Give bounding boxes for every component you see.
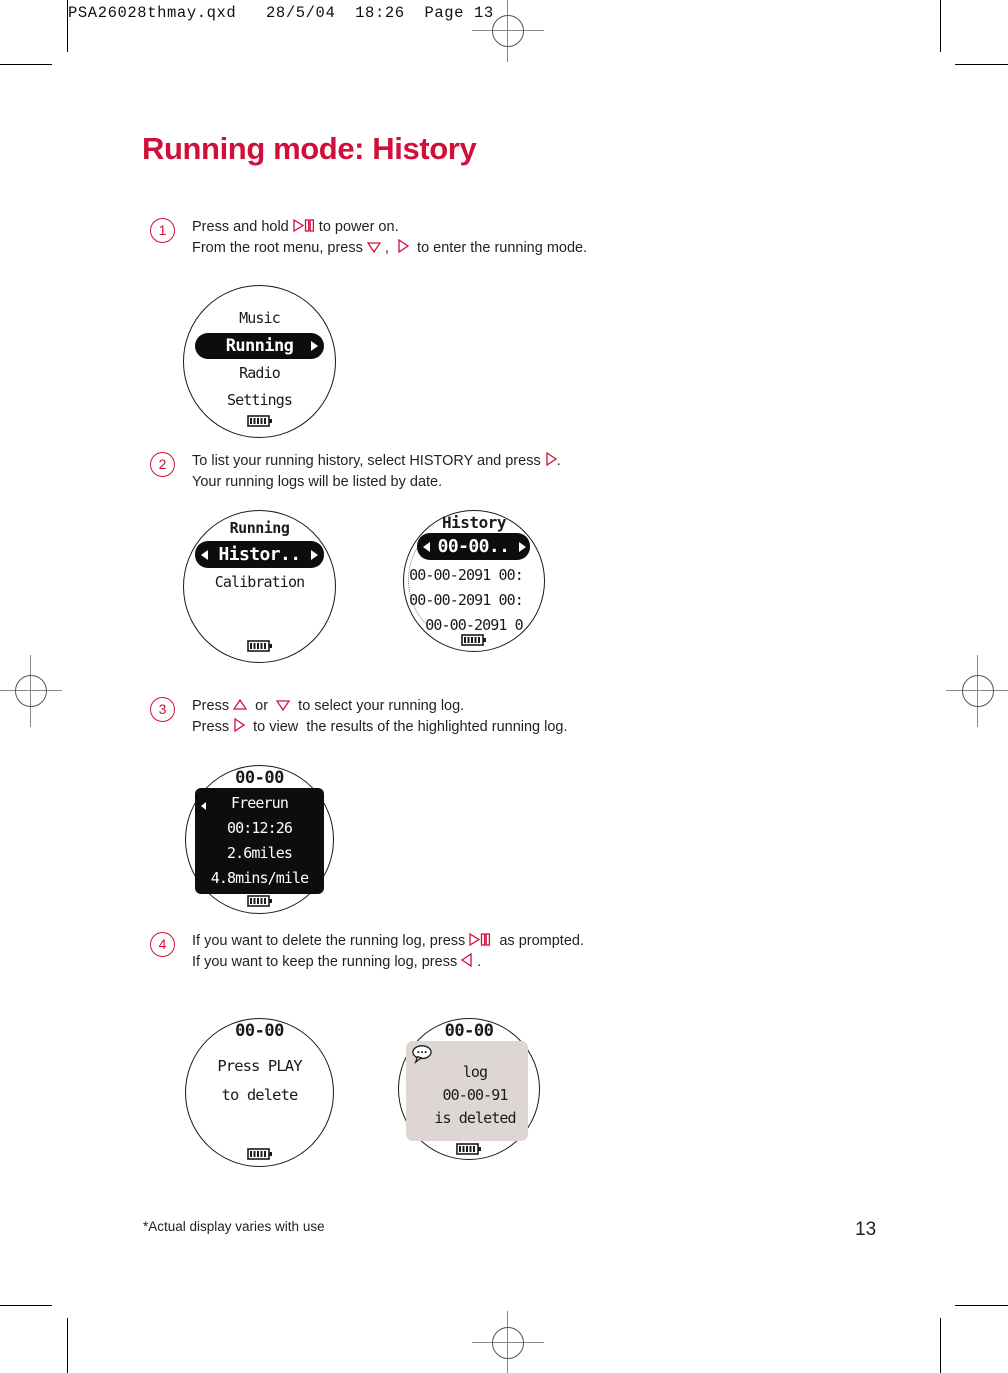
- deleted-confirm-row-1: 00-00-91: [442, 1086, 508, 1104]
- deleted-confirm-row-2: is deleted: [434, 1109, 516, 1127]
- history-list-item-1[interactable]: 00-00-2091 00:: [396, 591, 536, 609]
- crop-mark-bottom-left-v: [67, 1318, 68, 1373]
- step-3-line-1: Press or to select your running log.: [192, 698, 465, 714]
- play-pause-icon: [469, 933, 491, 946]
- step-1-line-2: From the root menu, press , to enter the…: [192, 238, 588, 256]
- registration-mark-bottom: [472, 1311, 544, 1373]
- right-triangle-icon: [397, 238, 409, 253]
- step-2-number: 2: [150, 452, 175, 477]
- right-arrow-icon: [311, 549, 318, 560]
- history-list-item-0[interactable]: 00-00-2091 00:: [396, 566, 536, 584]
- running-menu-item-1[interactable]: Calibration: [184, 573, 335, 591]
- history-list-header: History: [442, 513, 506, 532]
- step-2-line-1: To list your running history, select HIS…: [192, 452, 561, 469]
- log-results-row-3: 4.8mins/mile: [210, 869, 309, 887]
- step-3-line-2: Press to view the results of the highlig…: [192, 717, 568, 735]
- right-triangle-icon: [233, 717, 246, 732]
- root-menu-selected-label: Running: [225, 336, 294, 356]
- step-2-line-2: Your running logs will be listed by date…: [192, 473, 443, 490]
- history-list-item-2[interactable]: 00-00-2091 0: [404, 616, 544, 634]
- delete-prompt-row-0: Press PLAY: [217, 1057, 302, 1075]
- history-list-selected[interactable]: 00-00..: [417, 533, 530, 560]
- root-menu-selected[interactable]: Running: [195, 333, 324, 359]
- speech-bubble-icon: [412, 1045, 432, 1064]
- right-arrow-icon: [519, 541, 526, 552]
- log-results-row-1: 00:12:26: [226, 819, 293, 837]
- running-menu-header: Running: [229, 519, 290, 537]
- manual-page: PSA26028thmay.qxd 28/5/04 18:26 Page 13 …: [0, 0, 1008, 1373]
- battery-icon: [246, 895, 272, 907]
- root-menu-screen: Music Running Radio Settings: [183, 285, 336, 438]
- battery-icon: [246, 640, 272, 652]
- root-menu-item-3[interactable]: Settings: [184, 391, 335, 409]
- page-title: Running mode: History: [142, 131, 477, 166]
- history-list-selected-label: 00-00..: [437, 536, 510, 557]
- print-header-text: PSA26028thmay.qxd 28/5/04 18:26 Page 13: [68, 4, 494, 22]
- step-4-text: If you want to delete the running log, p…: [192, 931, 584, 972]
- down-triangle-icon: [366, 241, 381, 253]
- step-2-text: To list your running history, select HIS…: [192, 451, 561, 492]
- step-1-number: 1: [150, 218, 175, 243]
- battery-icon: [246, 1148, 272, 1160]
- battery-icon: [246, 415, 272, 427]
- crop-mark-top-left-h: [0, 64, 52, 65]
- delete-prompt-header: 00-00: [235, 1021, 284, 1041]
- log-results-row-2: 2.6miles: [226, 844, 293, 862]
- delete-prompt-row-1: to delete: [221, 1086, 299, 1104]
- deleted-confirm-row-0: log: [462, 1063, 488, 1081]
- history-list-screen: History 00-00.. 00-00-2091 00: 00-00-209…: [403, 510, 545, 652]
- right-arrow-icon: [311, 341, 318, 351]
- deleted-confirm-panel: log 00-00-91 is deleted: [406, 1041, 528, 1141]
- registration-mark-right: [946, 655, 1008, 727]
- running-menu-selected[interactable]: Histor..: [195, 541, 324, 568]
- crop-mark-bottom-left-h: [0, 1305, 52, 1306]
- crop-mark-bottom-right-h: [955, 1305, 1008, 1306]
- log-results-header: 00-00: [235, 768, 284, 788]
- crop-mark-top-right-h: [955, 64, 1008, 65]
- deleted-confirm-screen: 00-00 log 00-00-91 is deleted: [398, 1018, 540, 1160]
- step-4-number: 4: [150, 932, 175, 957]
- step-1-text: Press and hold to power on. From the roo…: [192, 217, 587, 258]
- page-number: 13: [855, 1219, 877, 1240]
- running-menu-selected-label: Histor..: [218, 544, 302, 565]
- step-3-number: 3: [150, 697, 175, 722]
- root-menu-item-0[interactable]: Music: [184, 309, 335, 327]
- play-pause-icon: [293, 219, 315, 232]
- up-triangle-icon: [233, 699, 248, 711]
- right-triangle-icon: [545, 452, 557, 466]
- battery-icon: [456, 1143, 481, 1155]
- crop-mark-top-right-v: [940, 0, 941, 52]
- delete-prompt-screen: 00-00 Press PLAY to delete: [185, 1018, 334, 1167]
- left-triangle-icon: [461, 952, 473, 967]
- step-4-line-1: If you want to delete the running log, p…: [192, 933, 584, 949]
- left-arrow-icon: [423, 541, 430, 552]
- log-results-panel: Freerun 00:12:26 2.6miles 4.8mins/mile: [195, 788, 324, 894]
- footnote: *Actual display varies with use: [143, 1219, 325, 1234]
- step-3-text: Press or to select your running log. Pre…: [192, 696, 568, 737]
- root-menu-item-2[interactable]: Radio: [184, 364, 335, 382]
- left-arrow-icon: [201, 549, 208, 560]
- step-1-line-1: Press and hold to power on.: [192, 219, 399, 235]
- log-results-row-0: Freerun: [231, 794, 289, 812]
- running-menu-screen: Running Histor.. Calibration: [183, 510, 336, 663]
- battery-icon: [461, 634, 486, 646]
- down-triangle-icon: [276, 699, 291, 711]
- deleted-confirm-header: 00-00: [444, 1021, 494, 1041]
- log-results-screen: 00-00 Freerun 00:12:26 2.6miles 4.8mins/…: [185, 765, 334, 914]
- crop-mark-bottom-right-v: [940, 1318, 941, 1373]
- step-4-line-2: If you want to keep the running log, pre…: [192, 952, 482, 970]
- registration-mark-left: [0, 655, 62, 727]
